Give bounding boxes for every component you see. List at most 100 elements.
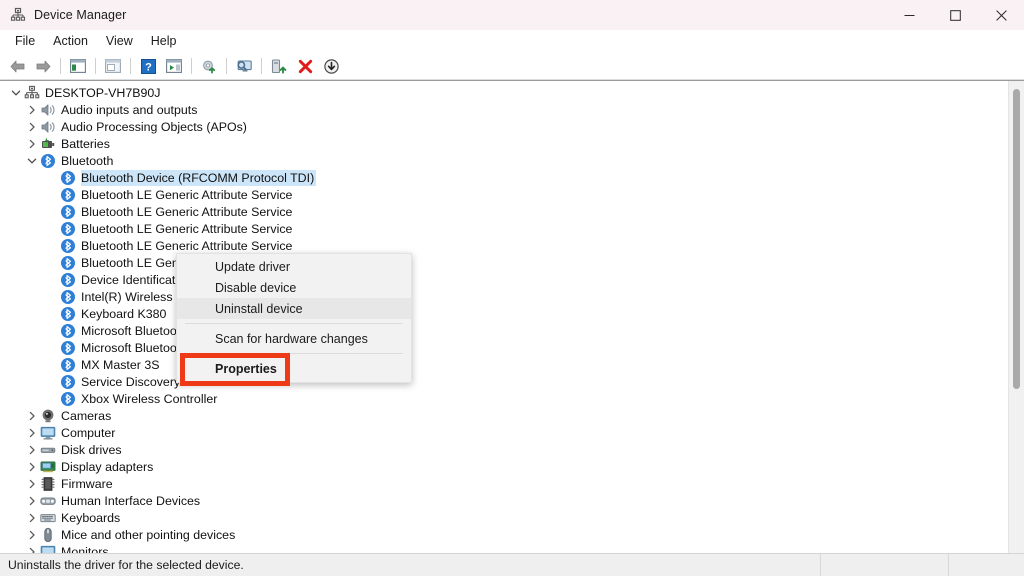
maximize-button[interactable]	[932, 0, 978, 30]
bluetooth-icon	[60, 340, 76, 356]
device-tree[interactable]: DESKTOP-VH7B90J Audio inputs and outputs A…	[0, 81, 1008, 553]
chevron-right-icon[interactable]	[24, 510, 40, 526]
status-cell-2	[821, 554, 948, 576]
tree-row-label: Bluetooth Device (RFCOMM Protocol TDI)	[81, 169, 317, 186]
mouse-icon	[40, 527, 56, 543]
view-panel-button[interactable]	[162, 55, 186, 77]
context-menu-item-properties[interactable]: Properties	[177, 358, 411, 379]
window-controls	[886, 0, 1024, 30]
chevron-right-icon[interactable]	[24, 544, 40, 553]
back-button[interactable]	[5, 55, 29, 77]
bluetooth-icon	[60, 289, 76, 305]
console-tree-button[interactable]	[66, 55, 90, 77]
toolbar-separator	[226, 58, 227, 74]
bluetooth-icon	[60, 221, 76, 237]
tree-row-label: Human Interface Devices	[61, 493, 201, 508]
chevron-right-icon[interactable]	[24, 408, 40, 424]
enable-device-button[interactable]	[267, 55, 291, 77]
expander-spacer	[44, 357, 60, 373]
tree-row[interactable]: Mice and other pointing devices	[0, 526, 1008, 543]
add-legacy-hardware-button[interactable]	[319, 55, 343, 77]
context-menu-separator	[185, 323, 403, 324]
chevron-down-icon[interactable]	[24, 153, 40, 169]
tree-row-selected[interactable]: Bluetooth Device (RFCOMM Protocol TDI)	[0, 169, 1008, 186]
chevron-right-icon[interactable]	[24, 493, 40, 509]
forward-button[interactable]	[31, 55, 55, 77]
status-bar: Uninstalls the driver for the selected d…	[0, 553, 1024, 576]
chevron-right-icon[interactable]	[24, 119, 40, 135]
tree-row[interactable]: Audio Processing Objects (APOs)	[0, 118, 1008, 135]
chevron-down-icon[interactable]	[8, 85, 24, 101]
tree-row[interactable]: Keyboards	[0, 509, 1008, 526]
chevron-right-icon[interactable]	[24, 136, 40, 152]
close-button[interactable]	[978, 0, 1024, 30]
chevron-right-icon[interactable]	[24, 102, 40, 118]
chevron-right-icon[interactable]	[24, 425, 40, 441]
tree-row-label: Mice and other pointing devices	[61, 527, 236, 542]
tree-row[interactable]: Firmware	[0, 475, 1008, 492]
chevron-right-icon[interactable]	[24, 476, 40, 492]
tree-row[interactable]: Bluetooth LE Generic Attribute Service	[0, 220, 1008, 237]
tree-row[interactable]: Batteries	[0, 135, 1008, 152]
tree-row[interactable]: Service Discovery Service	[0, 373, 1008, 390]
context-menu-item-update-driver[interactable]: Update driver	[177, 256, 411, 277]
tree-row[interactable]: Disk drives	[0, 441, 1008, 458]
tree-row[interactable]: Bluetooth	[0, 152, 1008, 169]
toolbar-separator	[130, 58, 131, 74]
minimize-button[interactable]	[886, 0, 932, 30]
bluetooth-icon	[60, 323, 76, 339]
bluetooth-icon	[60, 170, 76, 186]
tree-row[interactable]: Device Identification Service	[0, 271, 1008, 288]
tree-row[interactable]: Display adapters	[0, 458, 1008, 475]
context-menu-item-scan-for-hardware-changes[interactable]: Scan for hardware changes	[177, 328, 411, 349]
bluetooth-icon	[60, 272, 76, 288]
tree-row[interactable]: Computer	[0, 424, 1008, 441]
tree-row[interactable]: Xbox Wireless Controller	[0, 390, 1008, 407]
menu-file[interactable]: File	[6, 31, 44, 51]
context-menu-item-uninstall-device[interactable]: Uninstall device	[177, 298, 411, 319]
tree-row-label: Audio Processing Objects (APOs)	[61, 119, 247, 134]
tree-row-label: MX Master 3S	[81, 357, 160, 372]
update-driver-button[interactable]	[197, 55, 221, 77]
tree-row[interactable]: Cameras	[0, 407, 1008, 424]
tree-row[interactable]: Bluetooth LE Generic Attribute Service	[0, 203, 1008, 220]
properties-button[interactable]	[101, 55, 125, 77]
scan-hardware-changes-button[interactable]	[232, 55, 256, 77]
tree-row[interactable]: Bluetooth LE Generic Attribute Service	[0, 254, 1008, 271]
menu-action[interactable]: Action	[44, 31, 97, 51]
tree-row[interactable]: Microsoft Bluetooth Enumerator	[0, 322, 1008, 339]
tree-row-label: DESKTOP-VH7B90J	[45, 85, 161, 100]
menu-view[interactable]: View	[97, 31, 142, 51]
help-button[interactable]: ?	[136, 55, 160, 77]
context-menu-separator	[185, 353, 403, 354]
scrollbar-thumb[interactable]	[1013, 89, 1020, 389]
bluetooth-icon	[60, 357, 76, 373]
chevron-right-icon[interactable]	[24, 459, 40, 475]
tree-row[interactable]: Monitors	[0, 543, 1008, 553]
tree-row[interactable]: Microsoft Bluetooth LE Enumerator	[0, 339, 1008, 356]
tree-row[interactable]: Keyboard K380	[0, 305, 1008, 322]
tree-row[interactable]: MX Master 3S	[0, 356, 1008, 373]
keyboard-icon	[40, 510, 56, 526]
tree-row[interactable]: Human Interface Devices	[0, 492, 1008, 509]
chevron-right-icon[interactable]	[24, 527, 40, 543]
expander-spacer	[44, 323, 60, 339]
menu-help[interactable]: Help	[142, 31, 186, 51]
bluetooth-icon	[60, 187, 76, 203]
tree-row-label: Bluetooth LE Generic Attribute Service	[81, 187, 293, 202]
tree-row[interactable]: DESKTOP-VH7B90J	[0, 84, 1008, 101]
tree-row[interactable]: Bluetooth LE Generic Attribute Service	[0, 237, 1008, 254]
speaker-icon	[40, 102, 56, 118]
tree-row-label: Display adapters	[61, 459, 154, 474]
uninstall-device-button[interactable]	[293, 55, 317, 77]
vertical-scrollbar[interactable]	[1008, 81, 1024, 553]
tree-row[interactable]: Audio inputs and outputs	[0, 101, 1008, 118]
tree-row[interactable]: Intel(R) Wireless Bluetooth(R)	[0, 288, 1008, 305]
toolbar: ?	[0, 53, 1024, 80]
context-menu-item-disable-device[interactable]: Disable device	[177, 277, 411, 298]
tree-row[interactable]: Bluetooth LE Generic Attribute Service	[0, 186, 1008, 203]
chevron-right-icon[interactable]	[24, 442, 40, 458]
tree-row-label: Bluetooth LE Generic Attribute Service	[81, 204, 293, 219]
context-menu[interactable]: Update driver Disable device Uninstall dev…	[176, 253, 412, 383]
expander-spacer	[44, 238, 60, 254]
